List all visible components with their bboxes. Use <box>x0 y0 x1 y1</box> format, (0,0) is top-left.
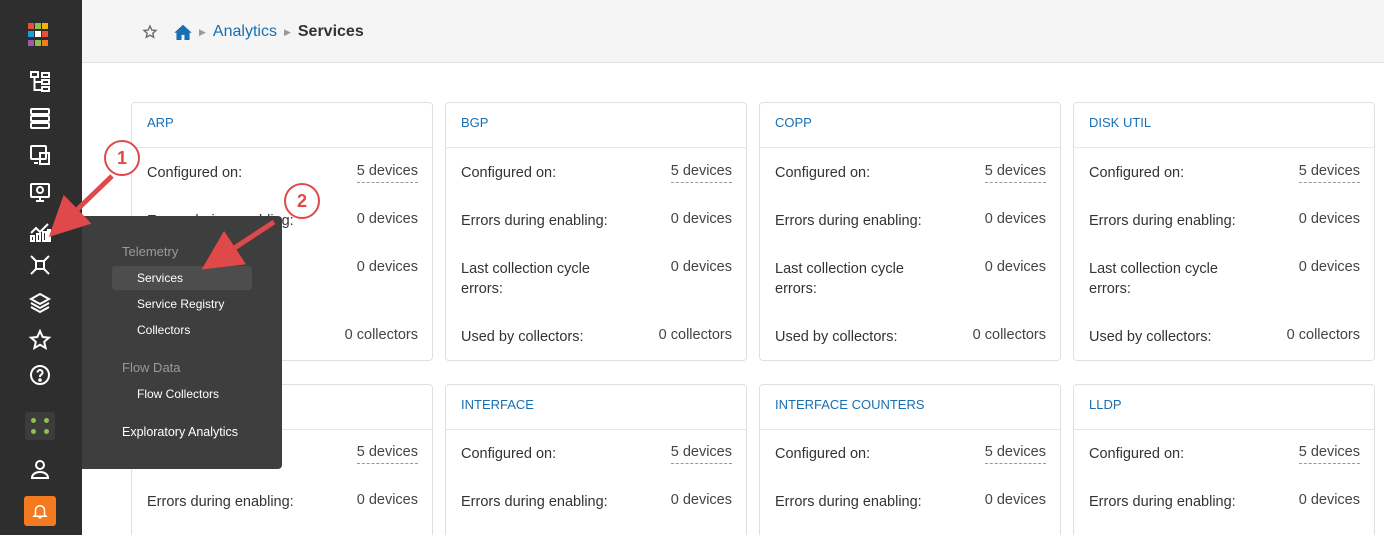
menu-item-services[interactable]: Services <box>112 266 252 290</box>
used-by-value: 0 collectors <box>344 327 418 343</box>
errors-value: 0 devices <box>356 211 418 227</box>
configured-value[interactable]: 5 devices <box>1298 163 1360 183</box>
configured-value[interactable]: 5 devices <box>1298 444 1360 464</box>
left-nav-sidebar <box>0 0 82 535</box>
blueprints-icon[interactable] <box>24 66 56 96</box>
favorite-star-icon[interactable] <box>142 24 158 40</box>
resources-icon[interactable] <box>24 177 56 207</box>
user-icon[interactable] <box>24 454 56 484</box>
configured-value[interactable]: 5 devices <box>670 444 732 464</box>
notifications-icon[interactable] <box>24 496 56 526</box>
used-by-value: 0 collectors <box>658 327 732 343</box>
errors-value: 0 devices <box>356 492 418 508</box>
errors-value: 0 devices <box>1298 211 1360 227</box>
last-cycle-value: 0 devices <box>984 259 1046 275</box>
breadcrumb-analytics-link[interactable]: Analytics <box>213 23 277 41</box>
callout-badge-2: 2 <box>284 183 320 219</box>
last-cycle-label: Last collection cycle errors: <box>1089 261 1218 297</box>
page-header: ▶ Analytics ▶ Services <box>82 0 1384 63</box>
errors-label: Errors during enabling: <box>775 213 922 229</box>
page-title: Services <box>297 23 364 40</box>
configured-label: Configured on: <box>1089 165 1185 181</box>
service-card-title[interactable]: DISK UTIL <box>1074 103 1374 148</box>
service-card-title[interactable]: BGP <box>446 103 746 148</box>
breadcrumb: ▶ Analytics ▶ Services <box>142 20 364 44</box>
external-systems-icon[interactable] <box>24 250 56 280</box>
errors-label: Errors during enabling: <box>775 494 922 510</box>
apps-icon[interactable] <box>25 412 55 440</box>
configured-value[interactable]: 5 devices <box>670 163 732 183</box>
logo-icon[interactable] <box>28 23 52 47</box>
service-card-title[interactable]: INTERFACE <box>446 385 746 430</box>
breadcrumb-separator-icon: ▶ <box>283 26 291 37</box>
last-cycle-value: 0 devices <box>356 259 418 275</box>
used-by-value: 0 collectors <box>972 327 1046 343</box>
menu-item-exploratory-analytics[interactable]: Exploratory Analytics <box>122 420 262 444</box>
errors-label: Errors during enabling: <box>1089 213 1236 229</box>
platform-icon[interactable] <box>24 288 56 318</box>
configured-value[interactable]: 5 devices <box>356 163 418 183</box>
menu-item-flow-collectors[interactable]: Flow Collectors <box>112 382 252 406</box>
service-card-title[interactable]: INTERFACE COUNTERS <box>760 385 1060 430</box>
errors-label: Errors during enabling: <box>147 494 294 510</box>
used-by-label: Used by collectors: <box>461 329 584 345</box>
last-cycle-value: 0 devices <box>670 259 732 275</box>
flow-data-heading: Flow Data <box>122 360 181 375</box>
design-icon[interactable] <box>24 140 56 170</box>
analytics-icon[interactable] <box>16 216 64 246</box>
menu-item-collectors[interactable]: Collectors <box>112 318 252 342</box>
errors-value: 0 devices <box>1298 492 1360 508</box>
favorites-icon[interactable] <box>24 325 56 355</box>
analytics-flyout-menu: Telemetry Services Service Registry Coll… <box>82 216 282 469</box>
errors-value: 0 devices <box>984 492 1046 508</box>
devices-icon[interactable] <box>24 103 56 133</box>
service-card-copp: COPP Configured on: 5 devices Errors duri… <box>759 102 1061 361</box>
configured-value[interactable]: 5 devices <box>984 163 1046 183</box>
service-card-interface: INTERFACE Configured on: 5 devices Errors… <box>445 384 747 535</box>
errors-label: Errors during enabling: <box>461 494 608 510</box>
used-by-label: Used by collectors: <box>1089 329 1212 345</box>
configured-label: Configured on: <box>775 165 871 181</box>
last-cycle-value: 0 devices <box>1298 259 1360 275</box>
errors-value: 0 devices <box>670 211 732 227</box>
telemetry-heading: Telemetry <box>122 244 179 259</box>
service-card-disk-util: DISK UTIL Configured on: 5 devices Errors… <box>1073 102 1375 361</box>
configured-label: Configured on: <box>461 165 557 181</box>
configured-label: Configured on: <box>147 165 243 181</box>
help-icon[interactable] <box>24 360 56 390</box>
service-card-interface-counters: INTERFACE COUNTERS Configured on: 5 devic… <box>759 384 1061 535</box>
menu-item-service-registry[interactable]: Service Registry <box>112 292 252 316</box>
errors-value: 0 devices <box>984 211 1046 227</box>
configured-label: Configured on: <box>775 446 871 462</box>
last-cycle-label: Last collection cycle errors: <box>461 261 590 297</box>
errors-label: Errors during enabling: <box>461 213 608 229</box>
configured-label: Configured on: <box>1089 446 1185 462</box>
used-by-label: Used by collectors: <box>775 329 898 345</box>
breadcrumb-separator-icon: ▶ <box>199 26 206 37</box>
last-cycle-label: Last collection cycle errors: <box>775 261 904 297</box>
service-card-title[interactable]: ARP <box>132 103 432 148</box>
configured-label: Configured on: <box>461 446 557 462</box>
service-card-lldp: LLDP Configured on: 5 devices Errors duri… <box>1073 384 1375 535</box>
service-card-title[interactable]: LLDP <box>1074 385 1374 430</box>
configured-value[interactable]: 5 devices <box>984 444 1046 464</box>
callout-badge-1: 1 <box>104 140 140 176</box>
used-by-value: 0 collectors <box>1286 327 1360 343</box>
service-card-title[interactable]: COPP <box>760 103 1060 148</box>
configured-value[interactable]: 5 devices <box>356 444 418 464</box>
home-icon[interactable] <box>174 24 192 40</box>
errors-value: 0 devices <box>670 492 732 508</box>
errors-label: Errors during enabling: <box>1089 494 1236 510</box>
service-card-bgp: BGP Configured on: 5 devices Errors durin… <box>445 102 747 361</box>
